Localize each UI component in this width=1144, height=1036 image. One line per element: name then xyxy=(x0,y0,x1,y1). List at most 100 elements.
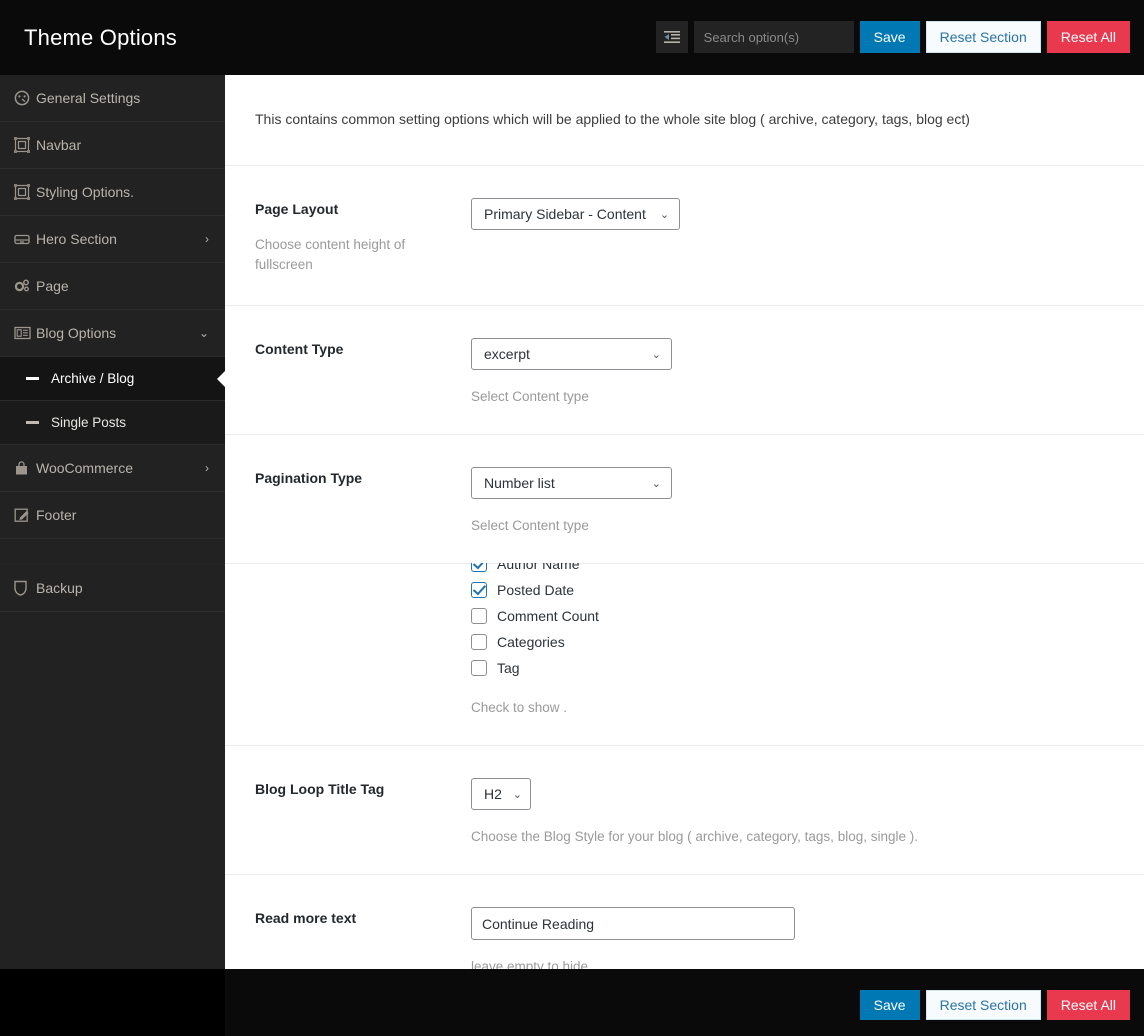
option-hint: leave empty to hide xyxy=(471,959,589,969)
option-title: Blog Loop Title Tag xyxy=(255,781,385,797)
drawer-icon xyxy=(14,232,36,246)
checkbox-item-categories[interactable]: Categories xyxy=(471,629,1114,655)
checkbox-input[interactable] xyxy=(471,563,487,572)
layout-object-icon xyxy=(14,137,36,153)
checkbox-item-comment-count[interactable]: Comment Count xyxy=(471,603,1114,629)
option-row-page-layout: Page Layout Choose content height of ful… xyxy=(225,166,1144,306)
option-hint: Select Content type xyxy=(471,518,589,533)
chevron-down-icon: ⌄ xyxy=(198,326,209,340)
sidebar-item-label: Footer xyxy=(36,507,77,523)
option-field-group: H2 ⌄ Choose the Blog Style for your blog… xyxy=(471,778,1114,844)
select-value: H2 xyxy=(484,786,502,802)
chevron-down-icon: ⌄ xyxy=(651,477,661,490)
header-reset-all-button[interactable]: Reset All xyxy=(1046,21,1130,53)
shopping-bag-icon xyxy=(14,460,36,476)
checkbox-label: Posted Date xyxy=(497,582,575,598)
sidebar-item-single-posts[interactable]: Single Posts xyxy=(0,401,225,445)
option-label-group: Read more text xyxy=(255,907,471,969)
option-field-group: Primary Sidebar - Content ⌄ xyxy=(471,198,1114,275)
option-title: Read more text xyxy=(255,910,357,926)
layout-object-icon xyxy=(14,184,36,200)
option-label-group: Content Type xyxy=(255,338,471,404)
select-value: Primary Sidebar - Content xyxy=(484,206,646,222)
option-hint: Check to show . xyxy=(471,700,568,715)
sidebar-item-navbar[interactable]: Navbar xyxy=(0,122,225,169)
list-toggle-icon xyxy=(663,31,680,43)
checkbox-label: Tag xyxy=(497,660,520,676)
section-description: This contains common setting options whi… xyxy=(225,75,1144,166)
checkbox-item-tag[interactable]: Tag xyxy=(471,655,1114,681)
option-row-read-more-text: Read more text leave empty to hide xyxy=(225,875,1144,969)
shield-icon xyxy=(14,580,36,596)
checkbox-input[interactable] xyxy=(471,634,487,650)
checkbox-item-posted-date[interactable]: Posted Date xyxy=(471,577,1114,603)
chevron-down-icon: ⌄ xyxy=(659,208,670,221)
blog-loop-title-tag-select[interactable]: H2 ⌄ xyxy=(471,778,531,810)
option-field-group: Author Name Posted Date Comment Count Ca… xyxy=(471,563,1114,715)
header-reset-section-button[interactable]: Reset Section xyxy=(925,21,1041,53)
sidebar-nav: General Settings Navbar Styling Options.… xyxy=(0,75,225,969)
dash-icon xyxy=(26,421,39,424)
option-row-pagination-type: Pagination Type Number list ⌄ Select Con… xyxy=(225,435,1144,564)
checkbox-input[interactable] xyxy=(471,582,487,598)
search-input[interactable] xyxy=(693,21,854,53)
content-type-select[interactable]: excerpt ⌄ xyxy=(471,338,672,370)
option-row-meta-checkboxes: Author Name Posted Date Comment Count Ca… xyxy=(225,563,1144,746)
option-field-group: Number list ⌄ Select Content type xyxy=(471,467,1114,533)
option-label-group: Blog Loop Title Tag xyxy=(255,778,471,844)
sidebar-item-clipped[interactable] xyxy=(0,539,225,565)
sidebar-item-general-settings[interactable]: General Settings xyxy=(0,75,225,122)
sidebar-item-blog-options[interactable]: Blog Options ⌄ xyxy=(0,310,225,357)
option-title: Pagination Type xyxy=(255,470,363,486)
sidebar-item-label: Single Posts xyxy=(51,415,127,430)
sidebar-item-label: Archive / Blog xyxy=(51,371,135,386)
option-field-group: leave empty to hide xyxy=(471,907,1114,969)
page-title: Theme Options xyxy=(24,24,178,50)
sidebar-item-label: General Settings xyxy=(36,90,141,106)
sidebar-item-hero-section[interactable]: Hero Section › xyxy=(0,216,225,263)
option-description: Choose content height of fullscreen xyxy=(255,237,406,272)
theme-options-page: Theme Options Save Reset Section Reset A… xyxy=(0,0,1144,1036)
select-value: Number list xyxy=(484,475,555,491)
dash-icon xyxy=(26,377,39,380)
option-hint: Choose the Blog Style for your blog ( ar… xyxy=(471,829,918,844)
sidebar-item-styling-options[interactable]: Styling Options. xyxy=(0,169,225,216)
checkbox-item-author-name-clipped[interactable]: Author Name xyxy=(471,563,1114,577)
chevron-down-icon: ⌄ xyxy=(651,348,661,361)
footer-left-strip xyxy=(0,969,225,1036)
header-toolbar: Save Reset Section Reset All xyxy=(655,21,1130,53)
page-layout-select[interactable]: Primary Sidebar - Content ⌄ xyxy=(471,198,681,230)
options-panel: This contains common setting options whi… xyxy=(225,75,1144,969)
sidebar-item-label: Styling Options. xyxy=(36,184,135,200)
footer-reset-all-button[interactable]: Reset All xyxy=(1046,990,1130,1020)
sidebar-item-label: Page xyxy=(36,278,69,294)
footer-reset-section-button[interactable]: Reset Section xyxy=(925,990,1041,1020)
option-label-group xyxy=(255,564,471,715)
chevron-down-icon: ⌄ xyxy=(512,788,522,801)
header-save-button[interactable]: Save xyxy=(859,21,920,53)
sidebar-item-footer[interactable]: Footer xyxy=(0,492,225,539)
sidebar-item-label: Blog Options xyxy=(36,325,117,341)
sidebar-item-label: Navbar xyxy=(36,137,82,153)
footer-toolbar: Save Reset Section Reset All xyxy=(859,990,1130,1020)
option-field-group: excerpt ⌄ Select Content type xyxy=(471,338,1114,404)
sidebar-item-label: WooCommerce xyxy=(36,460,133,476)
footer-save-button[interactable]: Save xyxy=(859,990,920,1020)
sidebar-item-page[interactable]: Page xyxy=(0,263,225,310)
checkbox-label: Categories xyxy=(497,634,565,650)
option-label-group: Pagination Type xyxy=(255,467,471,533)
pagination-type-select[interactable]: Number list ⌄ xyxy=(471,467,672,499)
option-title: Page Layout xyxy=(255,201,339,217)
sidebar-toggle-button[interactable] xyxy=(655,21,688,53)
dashboard-icon xyxy=(14,90,36,106)
option-row-content-type: Content Type excerpt ⌄ Select Content ty… xyxy=(225,306,1144,435)
read-more-text-input[interactable] xyxy=(471,907,795,940)
checkbox-input[interactable] xyxy=(471,660,487,676)
chevron-right-icon: › xyxy=(205,232,209,246)
checkbox-input[interactable] xyxy=(471,608,487,624)
checkbox-label: Comment Count xyxy=(497,608,599,624)
sidebar-item-archive-blog[interactable]: Archive / Blog xyxy=(0,357,225,401)
edit-square-icon xyxy=(14,507,36,523)
sidebar-item-woocommerce[interactable]: WooCommerce › xyxy=(0,445,225,492)
sidebar-item-backup[interactable]: Backup xyxy=(0,565,225,612)
